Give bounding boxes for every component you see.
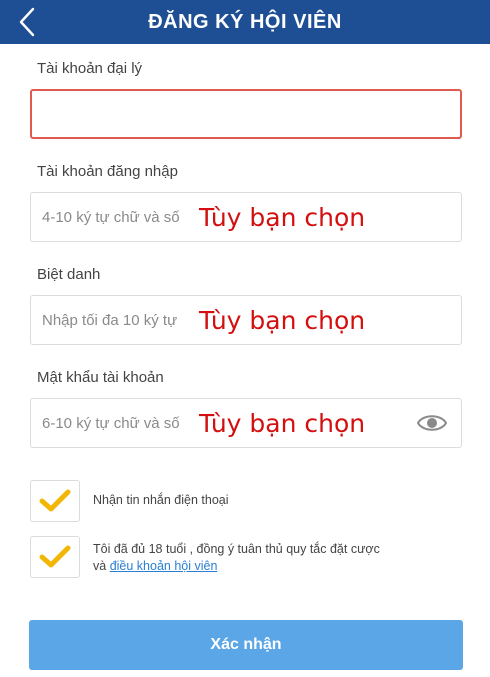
top-bar: ĐĂNG KÝ HỘI VIÊN bbox=[0, 0, 490, 44]
nickname-label: Biệt danh bbox=[37, 266, 101, 283]
password-label: Mật khẩu tài khoản bbox=[37, 369, 164, 386]
sms-label: Nhận tin nhắn điện thoại bbox=[93, 493, 229, 507]
back-button[interactable] bbox=[10, 4, 44, 40]
nickname-input[interactable] bbox=[42, 311, 222, 329]
terms-line: Tôi đã đủ 18 tuổi , đồng ý tuân thủ quy … bbox=[93, 542, 380, 556]
chevron-left-icon bbox=[19, 7, 35, 37]
login-account-input[interactable] bbox=[42, 208, 222, 226]
terms-checkbox[interactable] bbox=[30, 536, 80, 578]
sms-option: Nhận tin nhắn điện thoại bbox=[30, 480, 229, 522]
password-hint: Tùy bạn chọn bbox=[199, 409, 366, 438]
agent-account-label: Tài khoản đại lý bbox=[37, 60, 143, 77]
member-terms-link[interactable]: điều khoản hội viên bbox=[110, 559, 218, 573]
sms-checkbox[interactable] bbox=[30, 480, 80, 522]
login-account-hint: Tùy bạn chọn bbox=[199, 203, 366, 232]
checkmark-icon bbox=[39, 489, 71, 512]
checkmark-icon bbox=[39, 545, 71, 568]
confirm-button[interactable]: Xác nhận bbox=[29, 620, 463, 670]
nickname-hint: Tùy bạn chọn bbox=[199, 306, 366, 335]
eye-icon[interactable] bbox=[417, 412, 447, 434]
terms-prefix: và bbox=[93, 559, 110, 573]
page-title: ĐĂNG KÝ HỘI VIÊN bbox=[148, 10, 342, 33]
password-input[interactable] bbox=[42, 414, 222, 432]
terms-text: Tôi đã đủ 18 tuổi , đồng ý tuân thủ quy … bbox=[93, 541, 380, 575]
terms-option: Tôi đã đủ 18 tuổi , đồng ý tuân thủ quy … bbox=[30, 536, 380, 578]
login-account-label: Tài khoản đăng nhập bbox=[37, 163, 178, 180]
agent-account-field[interactable] bbox=[30, 89, 462, 139]
agent-account-input[interactable] bbox=[43, 105, 460, 123]
